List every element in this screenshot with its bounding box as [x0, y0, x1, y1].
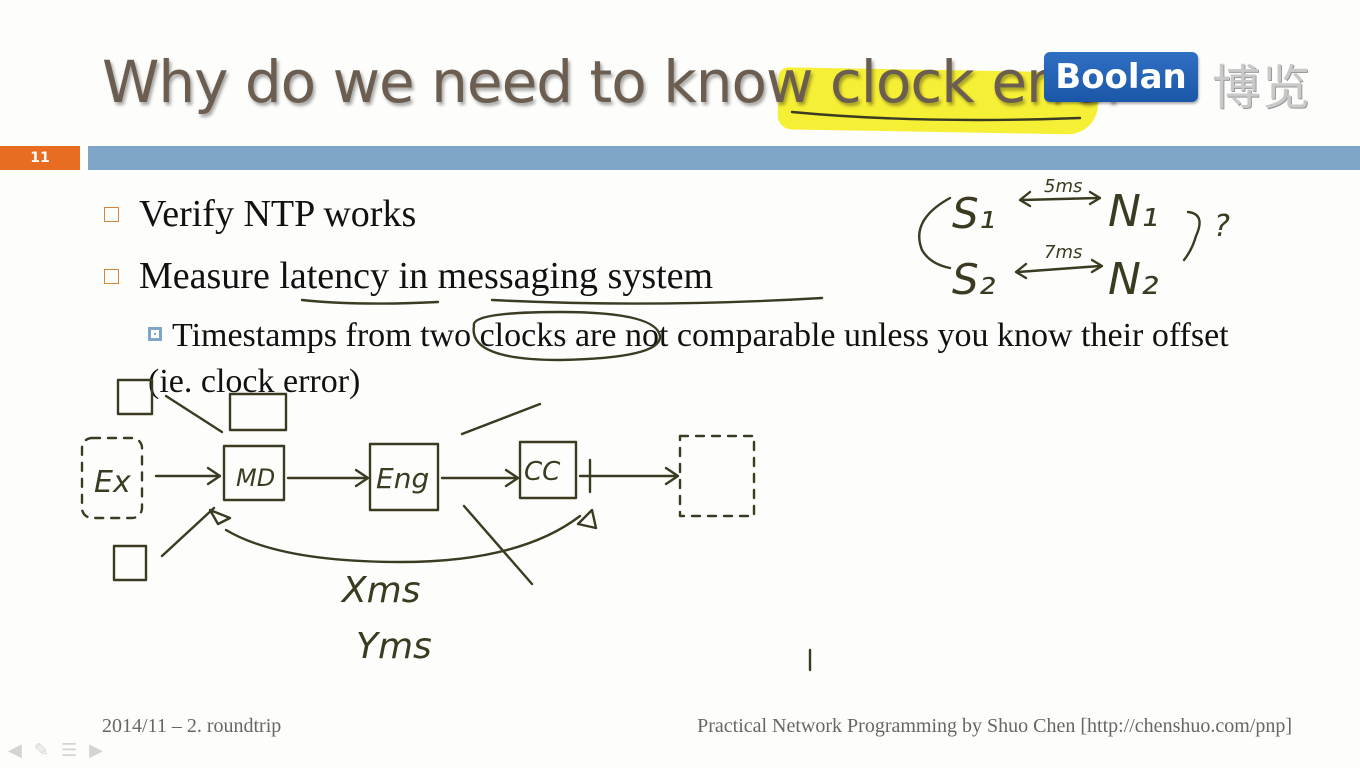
handwritten-annotations: S₁ S₂ N₁ N₂ 5ms 7ms ? Ex MD Eng CC Xms Y…: [80, 110, 1230, 672]
footer-course: Practical Network Programming by Shuo Ch…: [697, 715, 1292, 737]
ink-n1: N₁: [1108, 186, 1159, 237]
ink-question: ?: [1214, 209, 1230, 244]
ink-s1: S₁: [952, 189, 996, 238]
ink-loop: [918, 196, 952, 270]
prev-arrow-icon[interactable]: ◀: [8, 740, 34, 761]
pen-icon[interactable]: ✎: [34, 740, 61, 761]
ink-triangle: [576, 508, 598, 530]
ink-stroke: [460, 402, 542, 436]
ink-underline: [790, 110, 1082, 122]
ink-bracket: [1182, 210, 1201, 262]
next-arrow-icon[interactable]: ▶: [89, 740, 115, 761]
ink-stroke: [160, 506, 216, 558]
ink-stroke: [164, 394, 224, 434]
ink-s2: S₂: [952, 255, 996, 304]
ink-arrow: [1016, 264, 1102, 274]
ink-xms: Xms: [340, 570, 421, 611]
ink-underline: [490, 296, 824, 305]
ink-underline: [300, 298, 440, 305]
ink-cc: CC: [524, 457, 561, 487]
ink-arc: [224, 514, 582, 564]
slide-nav-controls[interactable]: ◀✎☰▶: [8, 740, 115, 761]
ink-md: MD: [236, 464, 275, 492]
ink-dashed-box: [678, 434, 756, 518]
ink-exch: Ex: [94, 465, 131, 500]
ink-box: [116, 378, 154, 416]
ink-7ms: 7ms: [1044, 242, 1082, 263]
ink-eng: Eng: [376, 462, 429, 495]
ink-5ms: 5ms: [1044, 176, 1082, 197]
ink-arrow: [1020, 196, 1100, 202]
ink-circle: [472, 310, 662, 362]
ink-n2: N₂: [1108, 254, 1159, 305]
footer-date: 2014/11 – 2. roundtrip: [102, 715, 282, 737]
ink-box: [228, 392, 288, 432]
ink-box: [112, 544, 148, 582]
ink-yms: Yms: [356, 626, 432, 667]
ink-triangle: [208, 508, 232, 526]
menu-icon[interactable]: ☰: [61, 740, 89, 761]
